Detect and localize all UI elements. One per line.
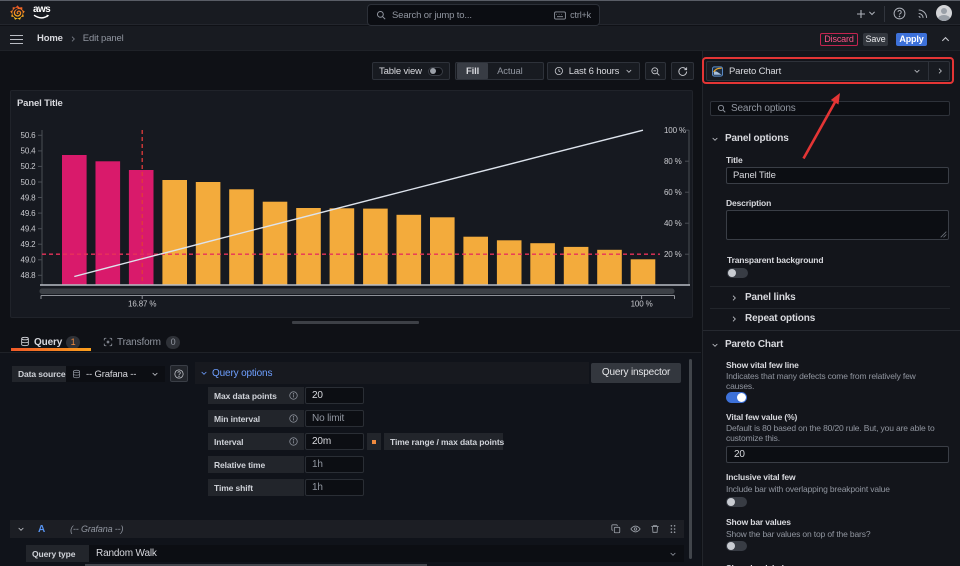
svg-text:100 %: 100 % xyxy=(664,126,686,135)
svg-text:50.0: 50.0 xyxy=(21,178,37,187)
svg-text:49.8: 49.8 xyxy=(21,193,37,202)
svg-text:48.8: 48.8 xyxy=(21,271,37,280)
svg-text:40 %: 40 % xyxy=(664,219,682,228)
svg-text:49.2: 49.2 xyxy=(21,240,37,249)
svg-text:50.2: 50.2 xyxy=(21,162,37,171)
svg-text:49.0: 49.0 xyxy=(21,256,37,265)
svg-text:16.87 %: 16.87 % xyxy=(128,300,156,309)
svg-text:100 %: 100 % xyxy=(631,300,653,309)
svg-text:20 %: 20 % xyxy=(664,250,682,259)
svg-text:60 %: 60 % xyxy=(664,188,682,197)
svg-text:50.4: 50.4 xyxy=(21,147,37,156)
svg-text:49.6: 49.6 xyxy=(21,209,37,218)
svg-text:80 %: 80 % xyxy=(664,157,682,166)
svg-text:50.6: 50.6 xyxy=(21,131,37,140)
svg-text:49.4: 49.4 xyxy=(21,225,37,234)
